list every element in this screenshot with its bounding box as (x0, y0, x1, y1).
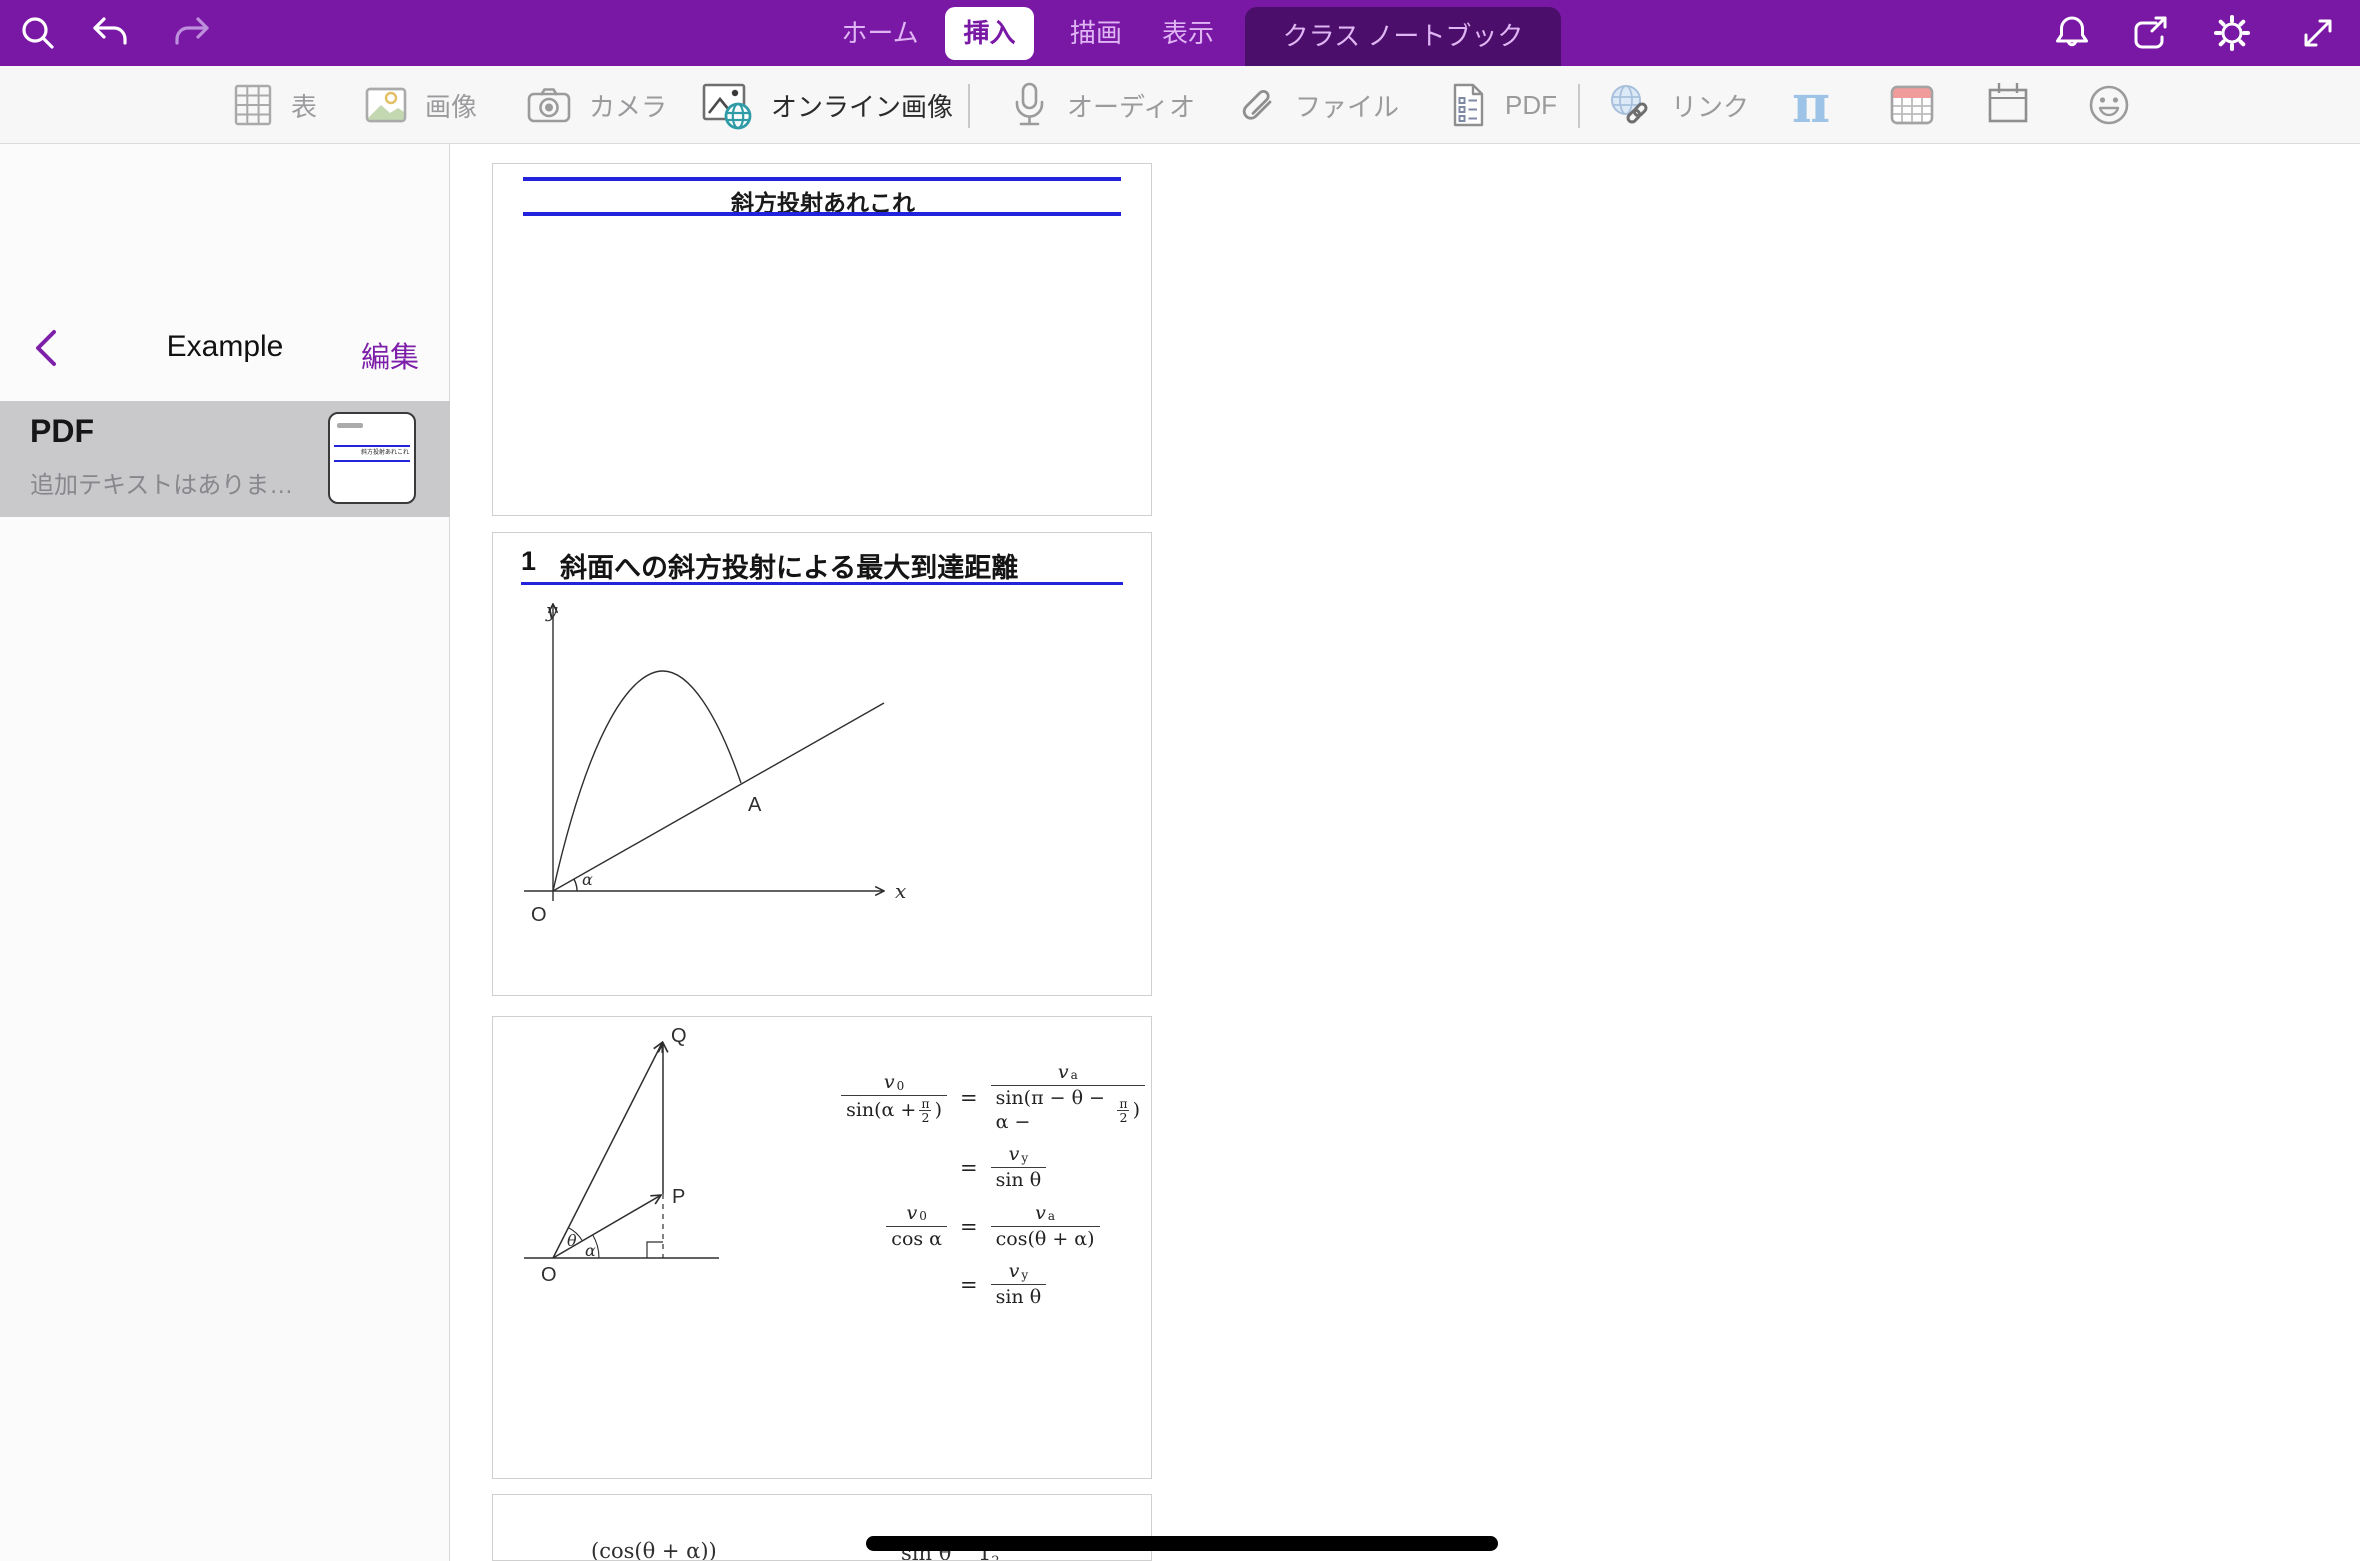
sticker-smiley-icon (2084, 80, 2134, 130)
pages-sidebar: Example 編集 PDF 追加テキストはありま… 斜方投射あれこれ ページ (0, 144, 450, 1561)
math-fragment-left: (cos(θ + α)) (591, 1539, 717, 1561)
page-item-subtitle: 追加テキストはありま… (30, 465, 293, 500)
insert-link-button[interactable]: リンク (1606, 66, 1749, 144)
search-button[interactable] (14, 9, 62, 57)
equation-row: v0cos α=vacos(θ + α) (835, 1202, 1145, 1252)
share-button[interactable] (2126, 9, 2174, 57)
thumbnail-rule (334, 460, 410, 462)
undo-button[interactable] (86, 9, 134, 57)
redo-button[interactable] (168, 9, 216, 57)
redo-icon (169, 10, 215, 56)
audio-mic-icon (1008, 80, 1052, 130)
origin-label: O (541, 1264, 557, 1286)
insert-picture-button[interactable]: 画像 (362, 66, 477, 144)
insert-ribbon: 表 画像 カメラ (0, 66, 2360, 144)
tab-home[interactable]: ホーム (838, 0, 922, 66)
onenote-app: ホーム 挿入 描画 表示 クラス ノートブック (0, 0, 2360, 1561)
page-canvas[interactable]: 斜方投射あれこれ 1 斜面への斜方投射による最大到達距離 (450, 144, 2360, 1561)
picture-icon (362, 82, 410, 128)
top-app-bar: ホーム 挿入 描画 表示 クラス ノートブック (0, 0, 2360, 66)
equation-pi-icon: π (1792, 79, 1830, 131)
ribbon-separator (968, 84, 970, 128)
tab-view[interactable]: 表示 (1148, 0, 1228, 66)
title-rule-bottom (523, 212, 1121, 216)
insert-file-label: ファイル (1295, 87, 1399, 124)
axis-label-y: y (545, 598, 558, 622)
notifications-button[interactable] (2048, 9, 2096, 57)
insert-audio-button[interactable]: オーディオ (1008, 66, 1195, 144)
page-list-item-pdf[interactable]: PDF 追加テキストはありま… 斜方投射あれこれ (0, 401, 450, 517)
search-icon (16, 11, 60, 55)
insert-online-picture-button[interactable]: オンライン画像 (700, 66, 953, 144)
tab-class-notebook[interactable]: クラス ノートブック (1245, 7, 1561, 66)
insert-table-calendar-button[interactable] (1886, 66, 1938, 144)
ribbon-separator (1578, 84, 1580, 128)
insert-online-picture-label: オンライン画像 (771, 87, 953, 124)
insert-camera-button[interactable]: カメラ (524, 66, 667, 144)
fullscreen-button[interactable] (2294, 9, 2342, 57)
calendar-outline-icon (1982, 79, 2034, 131)
insert-audio-label: オーディオ (1067, 87, 1195, 124)
trajectory-figure: y x O A α (493, 533, 1152, 945)
point-q-label: Q (671, 1025, 687, 1047)
file-paperclip-icon (1234, 81, 1280, 129)
equation-row: v0sin(α + π2)=vasin(π − θ − α − π2) (835, 1061, 1145, 1134)
page-thumbnail: 斜方投射あれこれ (328, 412, 416, 504)
point-p-label: P (672, 1186, 685, 1208)
tab-insert[interactable]: 挿入 (945, 7, 1034, 60)
tab-draw[interactable]: 描画 (1056, 0, 1136, 66)
insert-calendar-button[interactable] (1982, 66, 2034, 144)
thumbnail-date-text (337, 423, 363, 428)
insert-table-label: 表 (291, 87, 317, 124)
title-rule-top (523, 177, 1121, 181)
home-indicator[interactable] (866, 1536, 1498, 1551)
insert-camera-label: カメラ (589, 87, 667, 124)
insert-link-label: リンク (1671, 87, 1749, 124)
insert-sticker-button[interactable] (2084, 66, 2134, 144)
share-icon (2128, 11, 2172, 55)
pdf-document-icon (1446, 81, 1490, 129)
insert-equation-button[interactable]: π (1792, 66, 1830, 144)
velocity-triangle-figure: Q P O θ α (493, 1017, 823, 1317)
thumbnail-heading: 斜方投射あれこれ (361, 450, 409, 456)
notifications-bell-icon (2050, 11, 2094, 55)
insert-table-button[interactable]: 表 (230, 66, 317, 144)
alpha-label: α (582, 870, 593, 889)
document-page-3: Q P O θ α v0sin(α + π2)=vasin(π − θ − α … (492, 1016, 1152, 1479)
link-icon (1606, 80, 1656, 130)
edit-button[interactable]: 編集 (361, 334, 419, 376)
insert-pdf-label: PDF (1505, 90, 1557, 121)
fullscreen-icon (2296, 11, 2340, 55)
online-picture-icon (700, 79, 756, 131)
equation-block: v0sin(α + π2)=vasin(π − θ − α − π2) =vysi… (835, 1061, 1145, 1319)
settings-gear-icon (2210, 11, 2254, 55)
theta-label: θ (567, 1231, 577, 1250)
document-page-2: 1 斜面への斜方投射による最大到達距離 y x (492, 532, 1152, 996)
insert-file-button[interactable]: ファイル (1234, 66, 1399, 144)
insert-pdf-button[interactable]: PDF (1446, 66, 1557, 144)
alpha-label: α (585, 1241, 596, 1260)
origin-label: O (531, 904, 547, 926)
axis-label-x: x (895, 879, 906, 903)
equation-row: =vysin θ (835, 1260, 1145, 1310)
page-item-title: PDF (30, 413, 94, 450)
document-page-1: 斜方投射あれこれ (492, 163, 1152, 516)
table-calendar-icon (1886, 80, 1938, 130)
settings-button[interactable] (2208, 9, 2256, 57)
undo-icon (87, 10, 133, 56)
point-a-label: A (748, 794, 762, 816)
insert-picture-label: 画像 (425, 87, 477, 124)
camera-icon (524, 82, 574, 128)
equation-row: =vysin θ (835, 1143, 1145, 1193)
table-icon (230, 82, 276, 128)
thumbnail-rule (334, 445, 410, 447)
